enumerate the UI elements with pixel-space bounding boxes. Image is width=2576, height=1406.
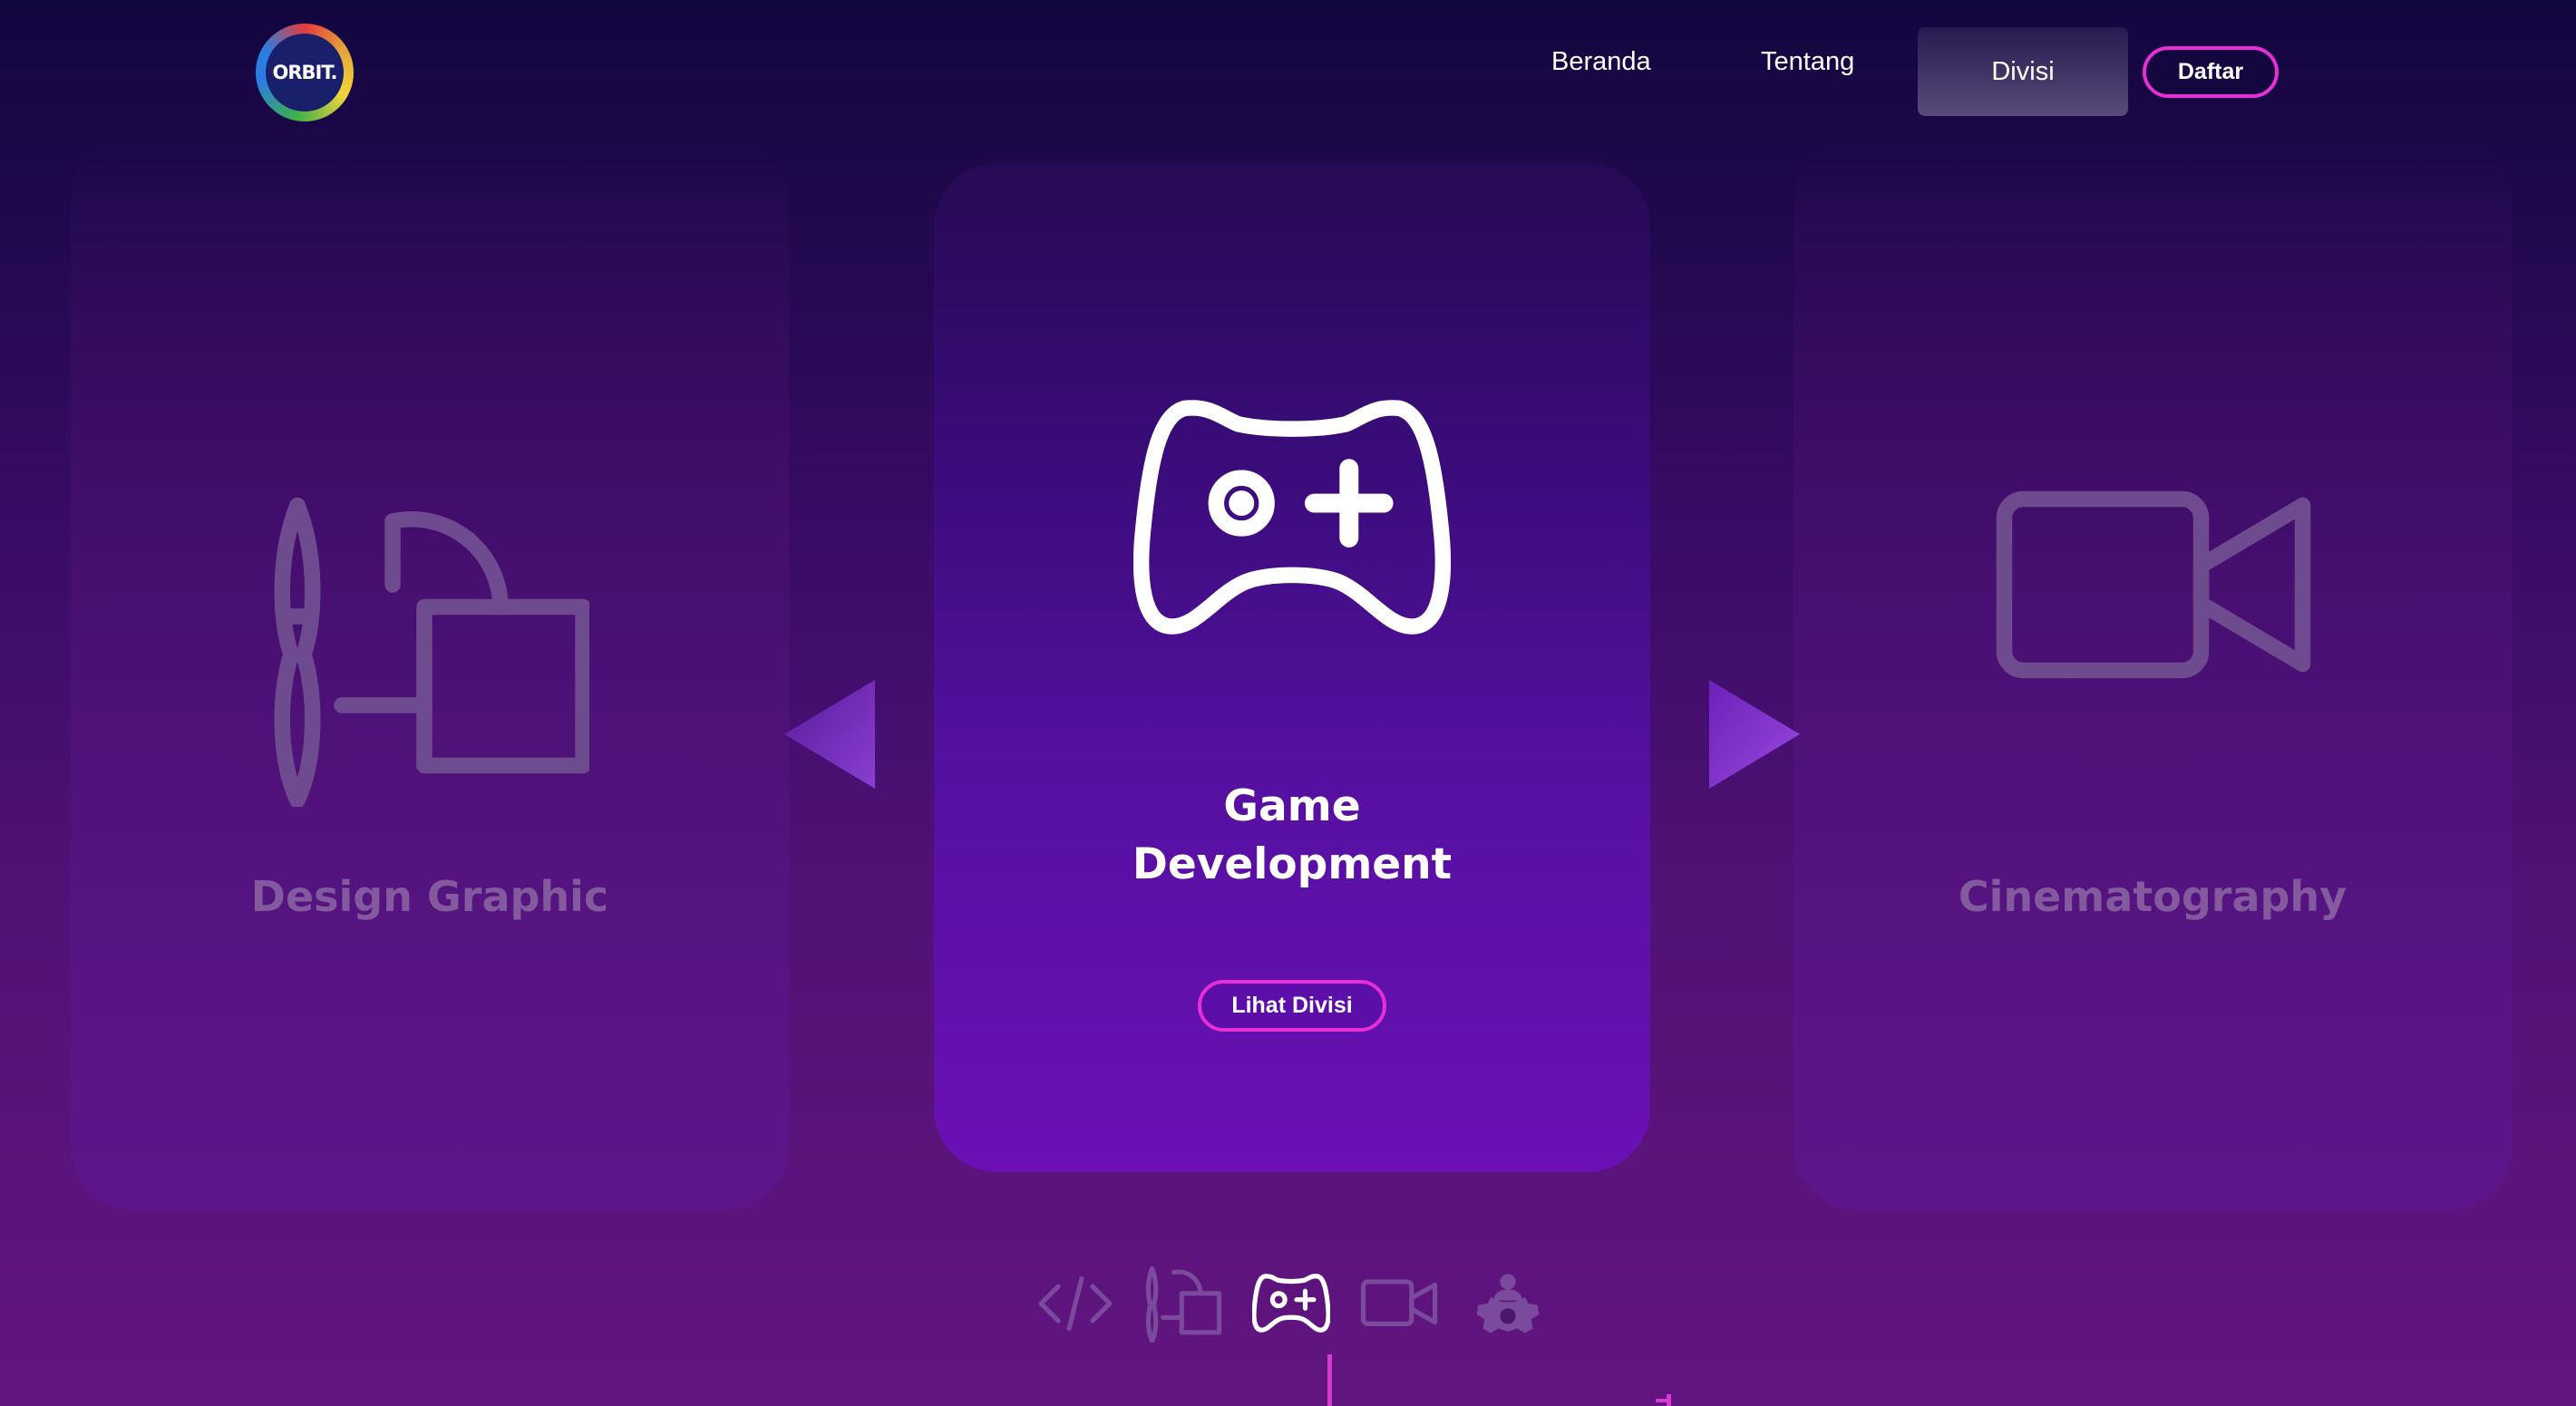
card-title-game-development: Game Development xyxy=(1132,781,1453,889)
tab-video-camera-icon[interactable] xyxy=(1360,1265,1438,1343)
decorative-line xyxy=(1656,1399,1671,1402)
nav-link-tentang[interactable]: Tentang xyxy=(1761,47,1854,77)
gamepad-icon xyxy=(1132,399,1452,643)
card-title-cinematography: Cinematography xyxy=(1958,872,2348,921)
logo-text: ORBIT. xyxy=(272,62,338,83)
nav-link-beranda[interactable]: Beranda xyxy=(1551,47,1651,77)
prev-arrow-button[interactable] xyxy=(784,680,877,792)
tab-design-tools-icon[interactable] xyxy=(1144,1265,1222,1343)
daftar-button[interactable]: Daftar xyxy=(2143,46,2279,98)
tab-code-icon[interactable] xyxy=(1036,1265,1114,1343)
design-tools-icon xyxy=(272,490,591,810)
tab-gamepad-icon[interactable] xyxy=(1251,1265,1331,1343)
nav-link-divisi[interactable]: Divisi xyxy=(1918,27,2128,116)
decorative-line xyxy=(1327,1354,1332,1406)
lihat-divisi-button[interactable]: Lihat Divisi xyxy=(1198,980,1386,1032)
navbar: ORBIT. Beranda Tentang Divisi Daftar xyxy=(0,0,2576,145)
video-camera-icon xyxy=(1995,490,2312,684)
card-title-design-graphic: Design Graphic xyxy=(250,872,609,921)
next-arrow-button[interactable] xyxy=(1707,680,1800,792)
orbit-logo[interactable]: ORBIT. xyxy=(256,24,354,121)
tab-gear-person-icon[interactable] xyxy=(1469,1265,1547,1343)
